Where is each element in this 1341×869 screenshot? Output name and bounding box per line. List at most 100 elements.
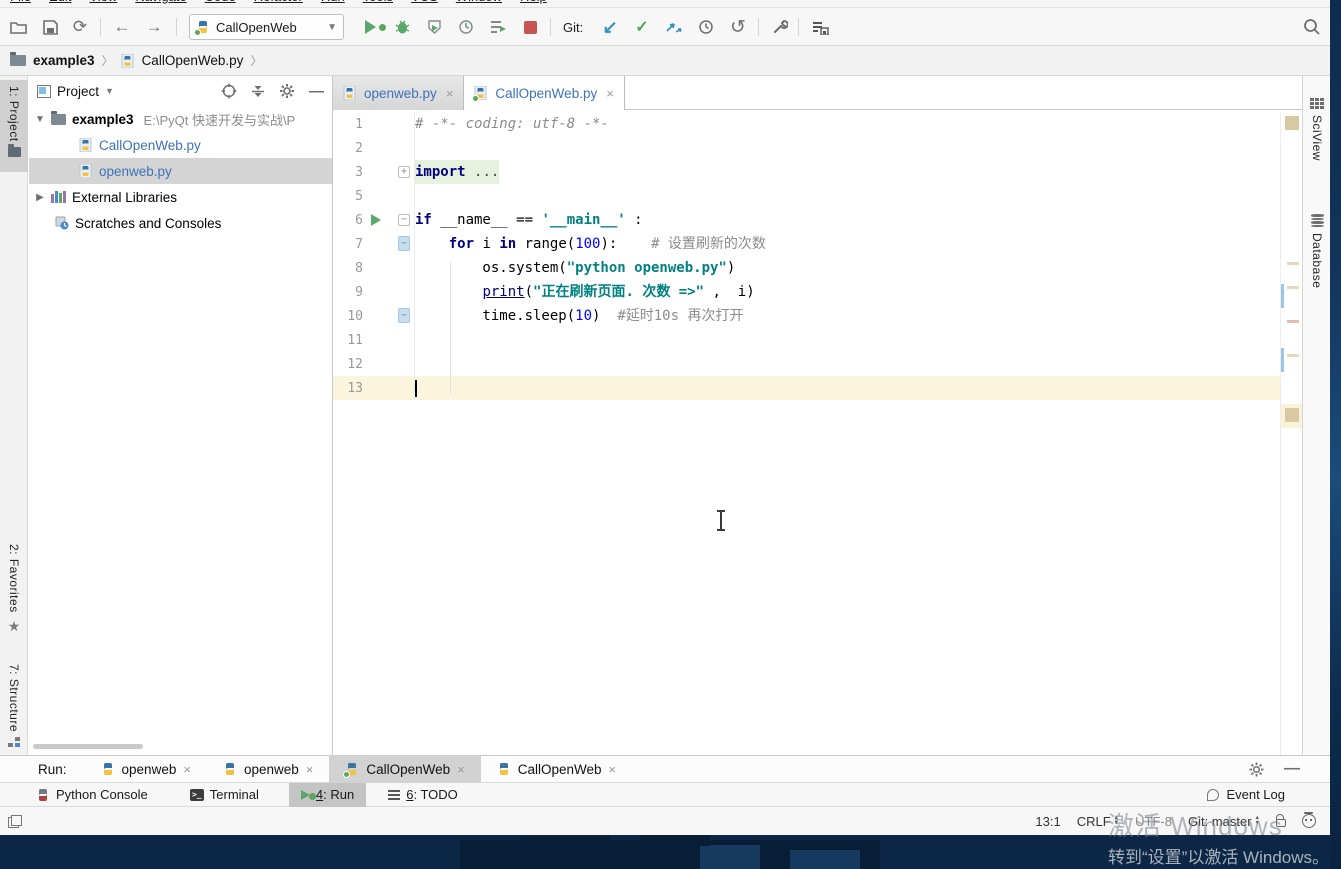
- fold-collapse-icon[interactable]: −: [398, 214, 410, 226]
- close-icon[interactable]: ×: [606, 86, 614, 101]
- code-line-13[interactable]: 13: [333, 376, 1280, 400]
- code-line-5[interactable]: 5: [333, 184, 1280, 208]
- code-line-11[interactable]: 11: [333, 328, 1280, 352]
- close-icon[interactable]: ×: [306, 762, 314, 777]
- run-tab-3-callopenweb[interactable]: CallOpenWeb ×: [481, 755, 632, 783]
- breadcrumb-file[interactable]: CallOpenWeb.py: [142, 53, 244, 68]
- build-icon[interactable]: [768, 15, 792, 39]
- run-tab-1-openweb[interactable]: openweb ×: [207, 755, 329, 783]
- tool-window-todo[interactable]: 6: TODO: [376, 783, 470, 807]
- menu-vcs[interactable]: VCS: [411, 0, 438, 7]
- menu-items[interactable]: File Edit View Navigate Code Refactor Run Tools…: [0, 0, 1330, 7]
- fold-collapse-icon[interactable]: −: [398, 308, 410, 323]
- menu-window[interactable]: Window: [456, 0, 502, 7]
- code-line-9[interactable]: 9 print("正在刷新页面. 次数 =>" , i): [333, 280, 1280, 304]
- tree-row-external-libraries[interactable]: ▶ External Libraries: [29, 184, 332, 210]
- tab-openweb[interactable]: openweb.py ×: [333, 76, 465, 110]
- gear-icon[interactable]: [1249, 762, 1264, 777]
- tree-row-scratches[interactable]: Scratches and Consoles: [29, 210, 332, 236]
- tool-window-terminal[interactable]: >_ Terminal: [178, 783, 271, 807]
- menu-file[interactable]: File: [10, 0, 31, 7]
- run-icon[interactable]: [358, 15, 386, 39]
- menu-tools[interactable]: Tools: [363, 0, 393, 7]
- menu-help[interactable]: Help: [520, 0, 547, 7]
- error-stripe[interactable]: [1280, 112, 1303, 755]
- menu-code[interactable]: Code: [205, 0, 236, 7]
- tree-row-callopenweb.py[interactable]: CallOpenWeb.py: [29, 132, 332, 158]
- project-panel-title[interactable]: Project: [57, 84, 99, 99]
- toolwindow-toggle-icon[interactable]: [8, 814, 23, 828]
- run-configuration-select[interactable]: CallOpenWeb ▼: [189, 14, 344, 40]
- save-layout-icon[interactable]: [808, 15, 832, 39]
- hector-inspections-icon[interactable]: [1302, 812, 1316, 828]
- coverage-icon[interactable]: [422, 15, 446, 39]
- history-icon[interactable]: [694, 15, 718, 39]
- code-line-6[interactable]: 6− if __name__ == '__main__' :: [333, 208, 1280, 232]
- code-line-7[interactable]: 7− for i in range(100): # 设置刷新的次数: [333, 232, 1280, 256]
- profiler-icon[interactable]: [454, 15, 478, 39]
- menu-edit[interactable]: Edit: [49, 0, 71, 7]
- run-tab-0-openweb[interactable]: openweb ×: [85, 755, 207, 783]
- forward-icon[interactable]: →: [142, 15, 166, 39]
- hide-panel-icon[interactable]: —: [1284, 760, 1300, 778]
- code-editor[interactable]: 1 # -*- coding: utf-8 -*- 2 3 + import ... 5 6−…: [333, 112, 1280, 400]
- tree-row-openweb.py[interactable]: openweb.py: [29, 158, 332, 184]
- line-number: 9: [355, 284, 363, 300]
- breadcrumb-folder[interactable]: example3: [33, 53, 95, 68]
- git-update-icon[interactable]: ↙: [598, 15, 622, 39]
- git-merge-icon[interactable]: [662, 15, 686, 39]
- code-line-2[interactable]: 2: [333, 136, 1280, 160]
- run-line-icon[interactable]: [371, 214, 381, 226]
- run-tab-2-callopenweb[interactable]: CallOpenWeb ×: [329, 755, 481, 783]
- menu-view[interactable]: View: [89, 0, 117, 7]
- gear-icon[interactable]: [279, 83, 295, 99]
- project-horizontal-scrollbar[interactable]: [33, 744, 143, 749]
- caret-position[interactable]: 13:1: [1035, 814, 1060, 829]
- fold-collapse-icon[interactable]: −: [398, 236, 410, 251]
- chevron-expanded-icon[interactable]: ▼: [35, 114, 45, 125]
- code-line-3[interactable]: 3 + import ...: [333, 160, 1280, 184]
- sidebar-item-database[interactable]: Database: [1303, 214, 1330, 288]
- chevron-collapsed-icon[interactable]: ▶: [35, 192, 45, 203]
- rollback-icon[interactable]: ↺: [726, 15, 750, 39]
- search-everywhere-icon[interactable]: [1300, 15, 1324, 39]
- python-file-icon: [343, 86, 357, 100]
- menu-refactor[interactable]: Refactor: [254, 0, 303, 7]
- close-icon[interactable]: ×: [446, 86, 454, 101]
- code-line-1[interactable]: 1 # -*- coding: utf-8 -*-: [333, 112, 1280, 136]
- code-line-8[interactable]: 8 os.system("python openweb.py"): [333, 256, 1280, 280]
- todo-icon: [388, 789, 401, 800]
- run-with-configuration-icon[interactable]: [486, 15, 510, 39]
- fold-expand-icon[interactable]: +: [398, 166, 410, 178]
- locate-icon[interactable]: [221, 83, 237, 99]
- sync-icon[interactable]: ⟳: [68, 15, 92, 39]
- menu-navigate[interactable]: Navigate: [135, 0, 186, 7]
- tool-window-event-log[interactable]: Event Log: [1207, 787, 1285, 802]
- tab-callopenweb[interactable]: CallOpenWeb.py ×: [464, 76, 625, 110]
- back-icon[interactable]: ←: [110, 15, 134, 39]
- hide-panel-icon[interactable]: —: [309, 83, 324, 100]
- sidebar-item-project[interactable]: 1: Project: [0, 80, 28, 172]
- close-icon[interactable]: ×: [183, 762, 191, 777]
- collapse-all-icon[interactable]: [251, 84, 265, 99]
- debug-icon[interactable]: [390, 15, 414, 39]
- code-line-12[interactable]: 12: [333, 352, 1280, 376]
- close-icon[interactable]: ×: [457, 762, 465, 777]
- tool-window-python-console[interactable]: Python Console: [24, 783, 160, 807]
- git-commit-icon[interactable]: ✓: [630, 15, 654, 39]
- menu-run[interactable]: Run: [321, 0, 345, 7]
- sidebar-item-structure[interactable]: 7: Structure: [0, 664, 28, 748]
- tree-row-root[interactable]: ▼ example3 E:\PyQt 快速开发与实战\P: [29, 106, 332, 132]
- menu-bar[interactable]: File Edit View Navigate Code Refactor Run Tools…: [0, 0, 1330, 8]
- open-icon[interactable]: [6, 15, 30, 39]
- close-icon[interactable]: ×: [609, 762, 617, 777]
- run-tab-label: openweb: [243, 761, 299, 777]
- stop-icon[interactable]: [518, 15, 542, 39]
- sidebar-item-favorites[interactable]: 2: Favorites ★: [0, 544, 28, 635]
- sidebar-item-sciview[interactable]: SciView: [1303, 98, 1330, 161]
- line-number: 1: [355, 116, 363, 132]
- gutter: [363, 136, 415, 160]
- tool-window-run[interactable]: 4: Run: [288, 782, 367, 807]
- save-icon[interactable]: [38, 15, 62, 39]
- code-line-10[interactable]: 10− time.sleep(10) #延时10s 再次打开: [333, 304, 1280, 328]
